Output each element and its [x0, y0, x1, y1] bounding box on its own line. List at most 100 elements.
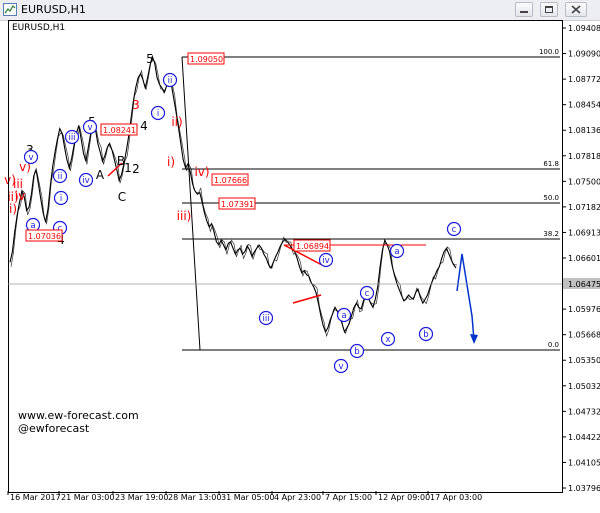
wave-text: 2	[132, 162, 140, 176]
wave-label-black: A	[96, 168, 105, 182]
close-button[interactable]	[565, 2, 587, 17]
wave-label-circle: a	[389, 243, 405, 259]
minimize-button[interactable]	[515, 2, 533, 17]
price-axis-label: 1.04422	[568, 433, 600, 442]
price-axis-label: 1.08454	[568, 101, 600, 110]
price-axis-label: 1.05350	[568, 356, 600, 365]
wave-label-circle: ii	[162, 72, 178, 88]
price-axis-label: 1.06913	[568, 228, 600, 237]
wave-text: iii	[262, 314, 269, 324]
price-axis-label: 1.05976	[568, 305, 600, 314]
wave-label-circle: i	[53, 190, 69, 206]
price-axis-label: 1.08136	[568, 126, 600, 135]
price-axis-label: 1.09090	[568, 50, 600, 59]
wave-text: iv	[322, 256, 329, 266]
wave-label-circle: c	[359, 285, 375, 301]
current-price-label: 1.06475	[568, 280, 600, 289]
price-tag-label: 1.07391	[221, 200, 254, 209]
wave-text: b	[354, 347, 359, 357]
title-bar[interactable]: EURUSD,H1	[0, 0, 600, 21]
wave-label-circle: x	[380, 331, 396, 347]
wave-text: 5	[146, 52, 154, 66]
wave-text: b	[423, 330, 428, 340]
wave-annotations: 5353421ABC4i)ii)iii)iv)v)iiiivv)ii)i)iii…	[4, 52, 478, 374]
wave-text: i	[60, 194, 62, 204]
wave-label-circle: v	[23, 149, 39, 165]
close-icon	[571, 5, 581, 14]
price-chart[interactable]: 100.061.850.038.20.0 5353421ABC4i)ii)iii…	[0, 20, 600, 513]
wave-text: x	[385, 335, 390, 345]
wave-label-black: 1	[124, 161, 132, 175]
time-axis[interactable]: 16 Mar 2017 21 Mar 03:00 23 Mar 19:00 28 Ma…	[7, 491, 482, 502]
wave-label-red: ii)	[171, 115, 182, 129]
fibonacci-level-label: 0.0	[548, 341, 559, 349]
wave-label-red: iv)	[194, 165, 209, 179]
channel-line-lower	[292, 294, 322, 304]
wave-text: iv	[82, 176, 89, 186]
fibonacci-level-label: 50.0	[543, 194, 559, 202]
wave-text: B	[117, 154, 125, 168]
wave-label-red: 3	[132, 98, 140, 112]
wave-text: ii	[168, 76, 173, 86]
window-title: EURUSD,H1	[21, 3, 86, 16]
projection-path	[456, 253, 475, 341]
price-axis-label: 1.03796	[568, 484, 600, 493]
watermark-handle: @ewforecast	[18, 422, 90, 435]
time-axis-label: 21 Mar 03:00	[61, 493, 114, 502]
wave-label-circle: iv	[318, 252, 334, 268]
wave-text: i)	[167, 155, 175, 169]
wave-label-circle: b	[349, 343, 365, 359]
price-tag-label: 1.09050	[190, 55, 223, 64]
wave-label-black: 2	[132, 162, 140, 176]
price-axis-label: 1.07500	[568, 177, 600, 186]
restore-icon	[545, 6, 553, 13]
wave-label-black: C	[118, 190, 126, 204]
price-axis-label: 1.09408	[568, 24, 600, 33]
wave-text: a	[341, 311, 346, 321]
price-tag-label: 1.08241	[103, 126, 136, 135]
price-axis-label: 1.05032	[568, 382, 600, 391]
price-tag-label: 1.07666	[214, 176, 247, 185]
wave-label-black: 4	[140, 119, 148, 133]
fibonacci-level-label: 100.0	[539, 48, 559, 56]
wave-label-circle: a	[336, 307, 352, 323]
price-tag-label: 1.06894	[296, 242, 329, 251]
wave-text: c	[365, 289, 370, 299]
wave-label-red: i)	[167, 155, 175, 169]
time-axis-label: 7 Apr 15:00	[325, 493, 372, 502]
wave-text: iii	[68, 133, 75, 143]
projection-arrow-icon	[470, 334, 478, 344]
wave-text: a	[394, 247, 399, 257]
fibonacci-level-label: 61.8	[543, 160, 559, 168]
time-axis-label: 16 Mar 2017	[10, 493, 61, 502]
time-axis-label: 12 Apr 09:00	[378, 493, 430, 502]
wave-text: 1	[124, 161, 132, 175]
wave-label-circle: v	[82, 119, 98, 135]
time-axis-label: 17 Apr 03:00	[430, 493, 482, 502]
wave-text: c	[452, 225, 457, 235]
wave-text: v	[28, 153, 33, 163]
price-line-series	[9, 54, 458, 337]
wave-label-circle: iv	[78, 172, 94, 188]
price-axis[interactable]: 1.09408 1.09090 1.08772 1.08454 1.08136 1.078…	[8, 20, 600, 494]
price-axis-label: 1.06601	[568, 254, 600, 263]
wave-label-circle: iii	[258, 310, 274, 326]
wave-text: 3	[132, 98, 140, 112]
wave-text: C	[118, 190, 126, 204]
chart-window-icon	[3, 3, 17, 16]
fibonacci-level-label: 38.2	[543, 230, 559, 238]
wave-label-circle: b	[418, 326, 434, 342]
wave-label-red: i)	[9, 202, 17, 216]
restore-button[interactable]	[540, 2, 558, 17]
watermark-website: www.ew-forecast.com	[18, 409, 139, 422]
price-tag-label: 1.07036	[28, 232, 61, 241]
price-axis-label: 1.07818	[568, 152, 600, 161]
price-axis-label: 1.04732	[568, 407, 600, 416]
wave-label-circle: ii	[52, 168, 68, 184]
wave-label-red: iii)	[177, 209, 192, 223]
wave-text: ii)	[171, 115, 182, 129]
wave-text: A	[96, 168, 105, 182]
wave-text: v	[87, 123, 92, 133]
price-line	[9, 54, 457, 334]
price-axis-label: 1.05668	[568, 331, 600, 340]
